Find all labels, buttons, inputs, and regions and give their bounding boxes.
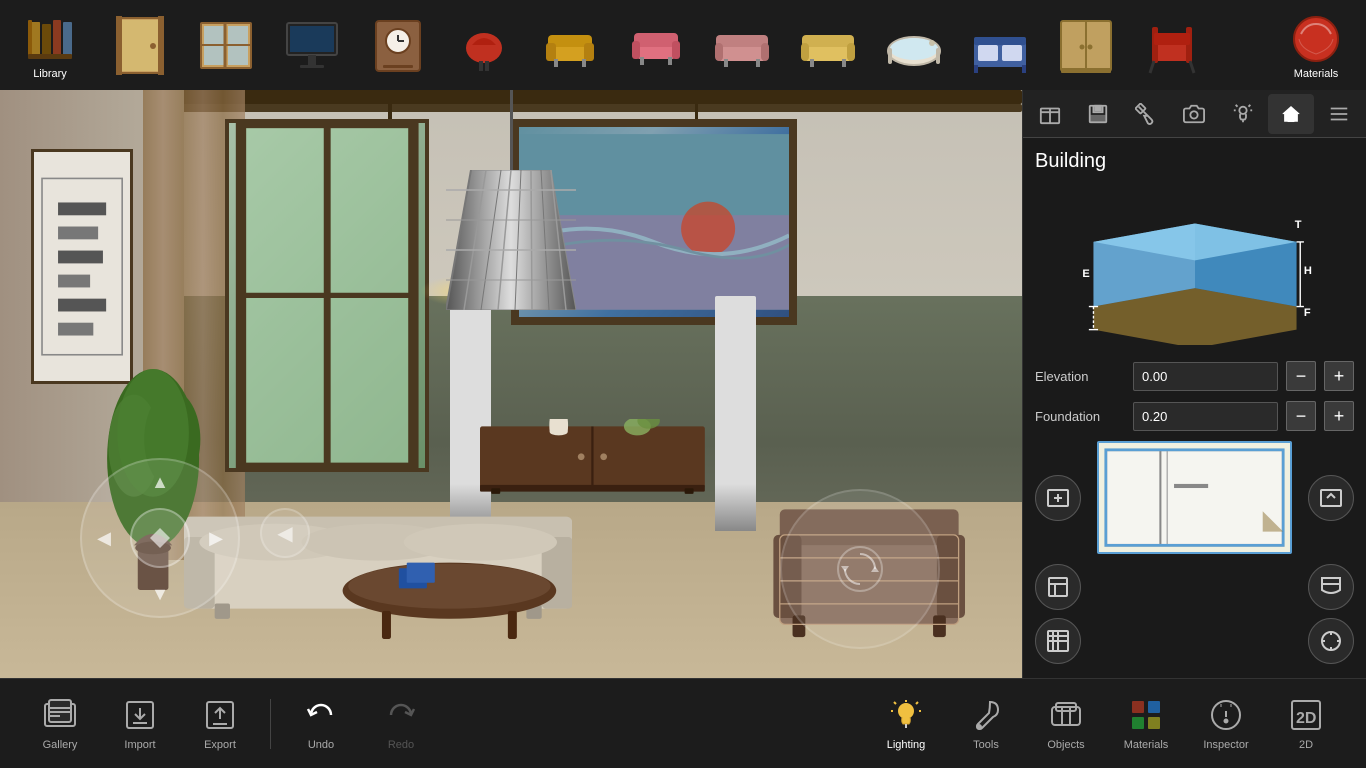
nav-side-pan[interactable]: ◀ [260, 508, 310, 558]
foundation-input[interactable] [1133, 402, 1278, 431]
tab-lighting[interactable] [1220, 94, 1266, 134]
tools-row-2 [1035, 564, 1354, 610]
furniture-chair-red[interactable] [444, 5, 524, 85]
floor-lamp-right [715, 296, 756, 531]
tools-label: Tools [973, 739, 999, 751]
coffee-table [337, 549, 562, 655]
furniture-tv[interactable] [272, 5, 352, 85]
export-label: Export [204, 739, 236, 751]
library-label: Library [33, 68, 67, 80]
lighting-button[interactable]: Lighting [866, 684, 946, 764]
nav-left[interactable]: ◀ [92, 526, 116, 550]
tools-button[interactable]: Tools [946, 684, 1026, 764]
bottom-toolbar: Gallery Import Export Undo [0, 678, 1366, 768]
library-button[interactable]: Library [10, 5, 90, 85]
elevation-increase[interactable]: + [1324, 361, 1354, 391]
tab-rooms[interactable] [1027, 94, 1073, 134]
foundation-label: Foundation [1035, 409, 1125, 424]
tools-row-3 [1035, 618, 1354, 664]
furniture-clock[interactable] [358, 5, 438, 85]
furniture-bathtub[interactable] [874, 5, 954, 85]
furniture-window[interactable] [186, 5, 266, 85]
2d-label: 2D [1299, 739, 1313, 751]
nav-right[interactable]: ▶ [204, 526, 228, 550]
nav-down[interactable]: ▼ [148, 582, 172, 606]
materials-bottom-label: Materials [1124, 739, 1169, 751]
foundation-row: Foundation − + [1035, 401, 1354, 431]
panel-content: Building T H E F [1023, 138, 1366, 678]
inspector-button[interactable]: Inspector [1186, 684, 1266, 764]
sideboard [480, 419, 705, 501]
2d-button[interactable]: 2D 2D [1266, 684, 1346, 764]
svg-text:F: F [1303, 307, 1310, 319]
tool-btn-4[interactable] [1308, 618, 1354, 664]
furniture-door[interactable] [100, 5, 180, 85]
floor-plan-preview [1097, 441, 1292, 554]
foundation-increase[interactable]: + [1324, 401, 1354, 431]
tool-btn-2[interactable] [1308, 564, 1354, 610]
tool-btn-3[interactable] [1035, 618, 1081, 664]
tab-list[interactable] [1316, 94, 1362, 134]
right-panel: Building T H E F [1022, 90, 1366, 678]
room-settings-btn[interactable] [1308, 475, 1354, 521]
tab-camera[interactable] [1171, 94, 1217, 134]
room-scene: ▲ ▼ ◀ ▶ ◀ [0, 90, 1022, 678]
furniture-strip [90, 5, 1276, 85]
divider-1 [270, 699, 271, 749]
tab-home[interactable] [1268, 94, 1314, 134]
furniture-sofa-pink[interactable] [702, 5, 782, 85]
add-room-btn[interactable] [1035, 475, 1081, 521]
tools-row-1 [1035, 441, 1354, 554]
inspector-label: Inspector [1203, 739, 1248, 751]
building-title: Building [1035, 150, 1354, 173]
tab-paint[interactable] [1123, 94, 1169, 134]
svg-text:2D: 2D [1296, 710, 1316, 727]
redo-button[interactable]: Redo [361, 684, 441, 764]
elevation-row: Elevation − + [1035, 361, 1354, 391]
svg-text:T: T [1294, 219, 1301, 231]
top-toolbar: Library [0, 0, 1366, 90]
materials-button[interactable]: Materials [1276, 5, 1356, 85]
foundation-decrease[interactable]: − [1286, 401, 1316, 431]
furniture-chair-pink[interactable] [616, 5, 696, 85]
lighting-label: Lighting [887, 739, 926, 751]
svg-text:E: E [1082, 268, 1089, 280]
materials-bottom-button[interactable]: Materials [1106, 684, 1186, 764]
undo-label: Undo [308, 739, 334, 751]
objects-label: Objects [1047, 739, 1084, 751]
nav-circle[interactable]: ▲ ▼ ◀ ▶ [80, 458, 240, 618]
objects-button[interactable]: Objects [1026, 684, 1106, 764]
main-viewport[interactable]: ▲ ▼ ◀ ▶ ◀ [0, 90, 1022, 678]
furniture-chair-red2[interactable] [1132, 5, 1212, 85]
furniture-sofa-yellow[interactable] [788, 5, 868, 85]
nav-rotate[interactable] [780, 489, 940, 649]
tab-save[interactable] [1075, 94, 1121, 134]
building-diagram: T H E F [1075, 185, 1315, 345]
elevation-decrease[interactable]: − [1286, 361, 1316, 391]
furniture-armchair-yellow[interactable] [530, 5, 610, 85]
export-button[interactable]: Export [180, 684, 260, 764]
undo-button[interactable]: Undo [281, 684, 361, 764]
gallery-button[interactable]: Gallery [20, 684, 100, 764]
import-label: Import [124, 739, 155, 751]
svg-text:H: H [1303, 265, 1311, 277]
elevation-label: Elevation [1035, 369, 1125, 384]
gallery-label: Gallery [43, 739, 78, 751]
elevation-input[interactable] [1133, 362, 1278, 391]
furniture-wardrobe[interactable] [1046, 5, 1126, 85]
pendant-lamp [446, 90, 576, 310]
nav-up[interactable]: ▲ [148, 470, 172, 494]
furniture-bed[interactable] [960, 5, 1040, 85]
tool-btn-1[interactable] [1035, 564, 1081, 610]
window [225, 119, 429, 472]
redo-label: Redo [388, 739, 414, 751]
panel-tabs [1023, 90, 1366, 138]
import-button[interactable]: Import [100, 684, 180, 764]
materials-label: Materials [1294, 68, 1339, 80]
